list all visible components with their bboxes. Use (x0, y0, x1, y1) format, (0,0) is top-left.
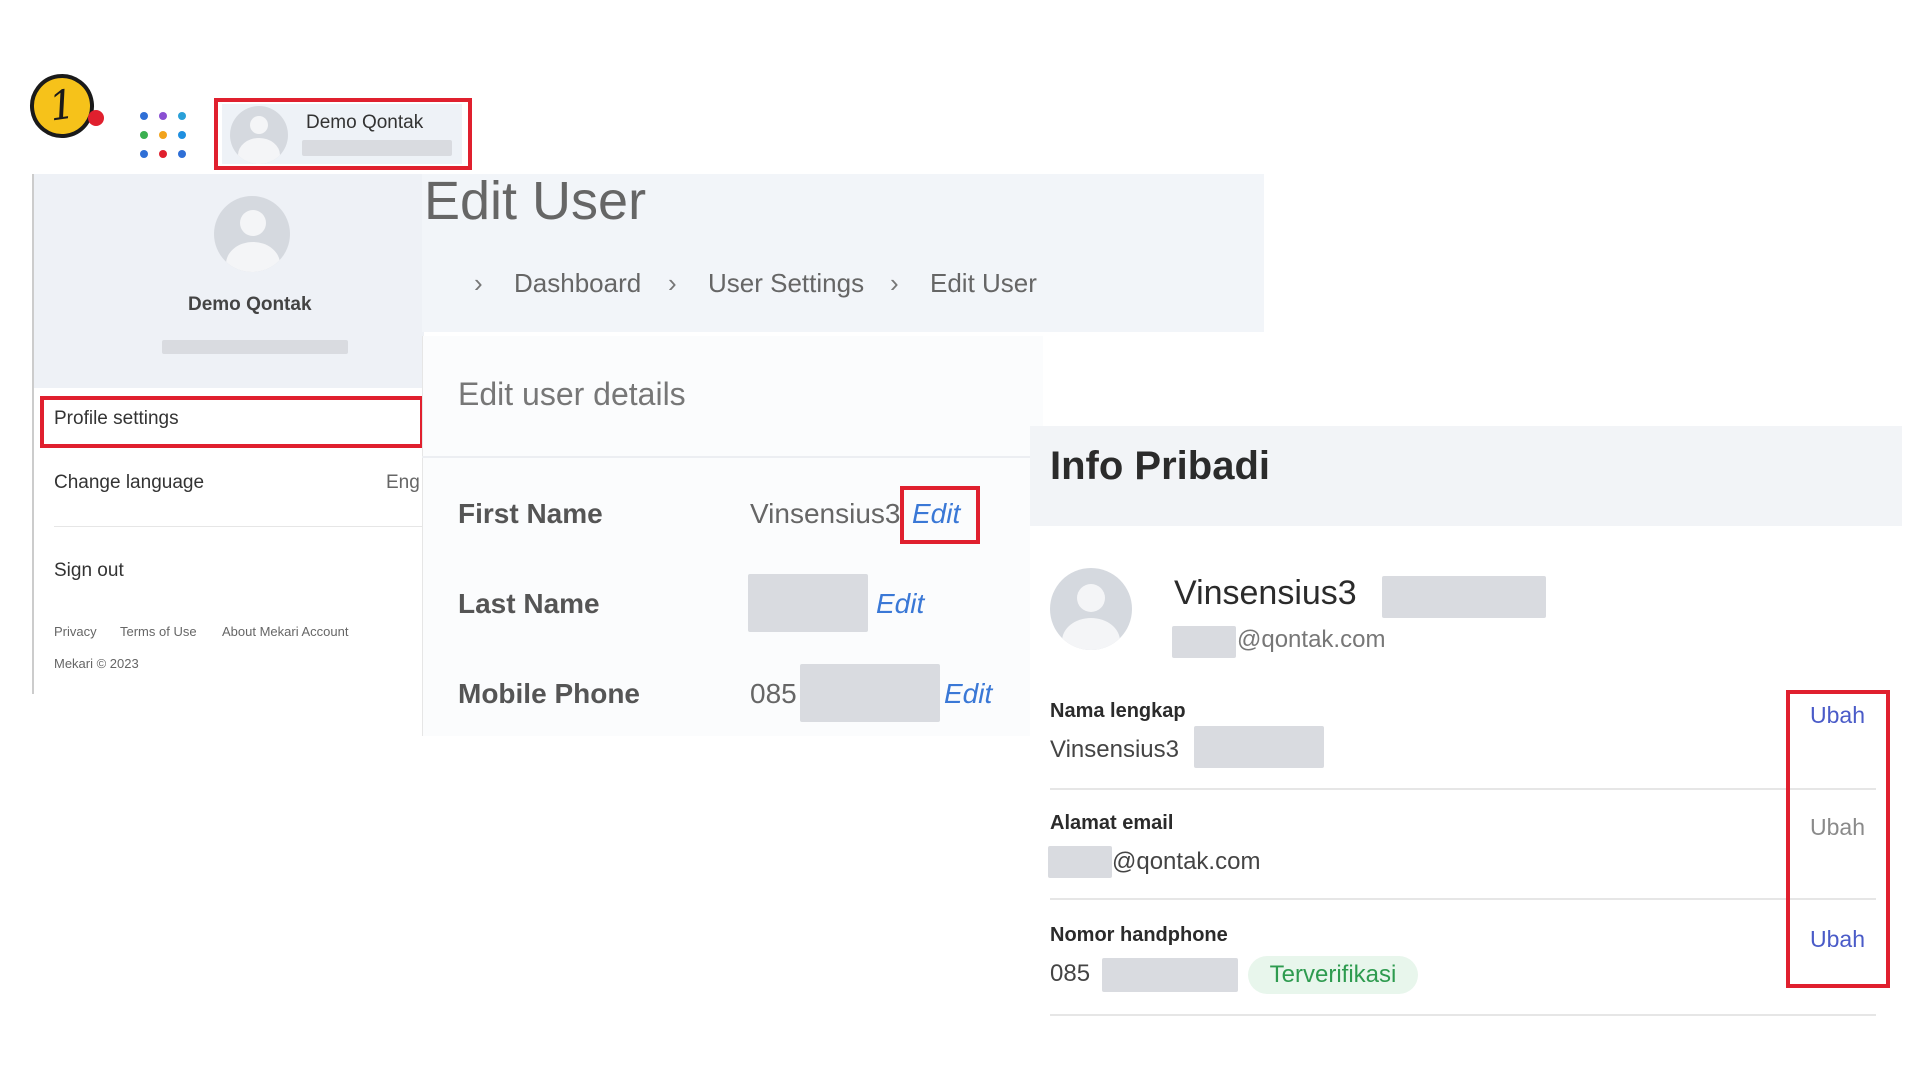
page-title: Edit User (424, 171, 647, 231)
redacted-email (162, 340, 348, 354)
mobile-phone-value: 085 (750, 678, 797, 709)
card-divider (422, 456, 1042, 458)
mobile-phone-label: Mobile Phone (458, 678, 640, 709)
profile-name: Demo Qontak (188, 294, 312, 315)
language-value: Eng (386, 472, 420, 493)
footer-link-privacy[interactable]: Privacy (54, 624, 97, 639)
menu-divider (54, 526, 424, 527)
profile-email: @qontak.com (1237, 626, 1386, 653)
avatar (1050, 568, 1132, 650)
highlight-first-name-edit (900, 486, 980, 544)
redacted-full-name (1194, 726, 1324, 768)
redacted-email-prefix (1172, 626, 1236, 658)
profile-name: Vinsensius3 (1174, 574, 1357, 612)
menu-item-change-language[interactable]: Change language (54, 472, 204, 494)
redacted-phone (800, 664, 940, 722)
chevron-right-icon: › (668, 268, 677, 298)
full-name-value: Vinsensius3 (1050, 736, 1179, 763)
phone-label: Nomor handphone (1050, 924, 1228, 946)
redacted-last-name (748, 574, 868, 632)
last-name-label: Last Name (458, 588, 600, 619)
highlight-profile-settings (40, 396, 424, 448)
apps-grid-icon[interactable] (140, 112, 186, 158)
redacted-email-prefix (1048, 846, 1112, 878)
row-divider (1050, 1014, 1876, 1016)
row-divider (1050, 788, 1876, 790)
row-divider (1050, 898, 1876, 900)
redacted-phone (1102, 958, 1238, 992)
email-value: @qontak.com (1112, 848, 1261, 875)
chevron-right-icon: › (474, 268, 483, 298)
menu-item-sign-out[interactable]: Sign out (54, 560, 124, 582)
card-title: Edit user details (458, 376, 686, 412)
breadcrumb-edit-user: Edit User (930, 268, 1037, 298)
first-name-label: First Name (458, 498, 603, 529)
first-name-value: Vinsensius3 (750, 498, 901, 529)
footer-link-about[interactable]: About Mekari Account (222, 624, 348, 639)
full-name-label: Nama lengkap (1050, 700, 1186, 722)
chevron-right-icon: › (890, 268, 899, 298)
phone-value: 085 (1050, 960, 1091, 987)
info-pribadi-title: Info Pribadi (1050, 444, 1270, 488)
copyright: Mekari © 2023 (54, 656, 139, 671)
notification-dot (88, 110, 104, 126)
highlight-user-chip (214, 98, 472, 170)
redacted-surname (1382, 576, 1546, 618)
breadcrumb-dashboard[interactable]: Dashboard (514, 268, 641, 299)
verified-badge: Terverifikasi (1248, 956, 1418, 994)
last-name-edit-link[interactable]: Edit (876, 588, 924, 620)
step-badge-1: 1 (25, 69, 99, 143)
mobile-phone-edit-link[interactable]: Edit (944, 678, 992, 710)
highlight-ubah-links (1786, 690, 1890, 988)
breadcrumb-user-settings[interactable]: User Settings (708, 268, 864, 299)
email-label: Alamat email (1050, 812, 1174, 834)
footer-link-terms[interactable]: Terms of Use (120, 624, 197, 639)
profile-avatar (214, 196, 290, 272)
